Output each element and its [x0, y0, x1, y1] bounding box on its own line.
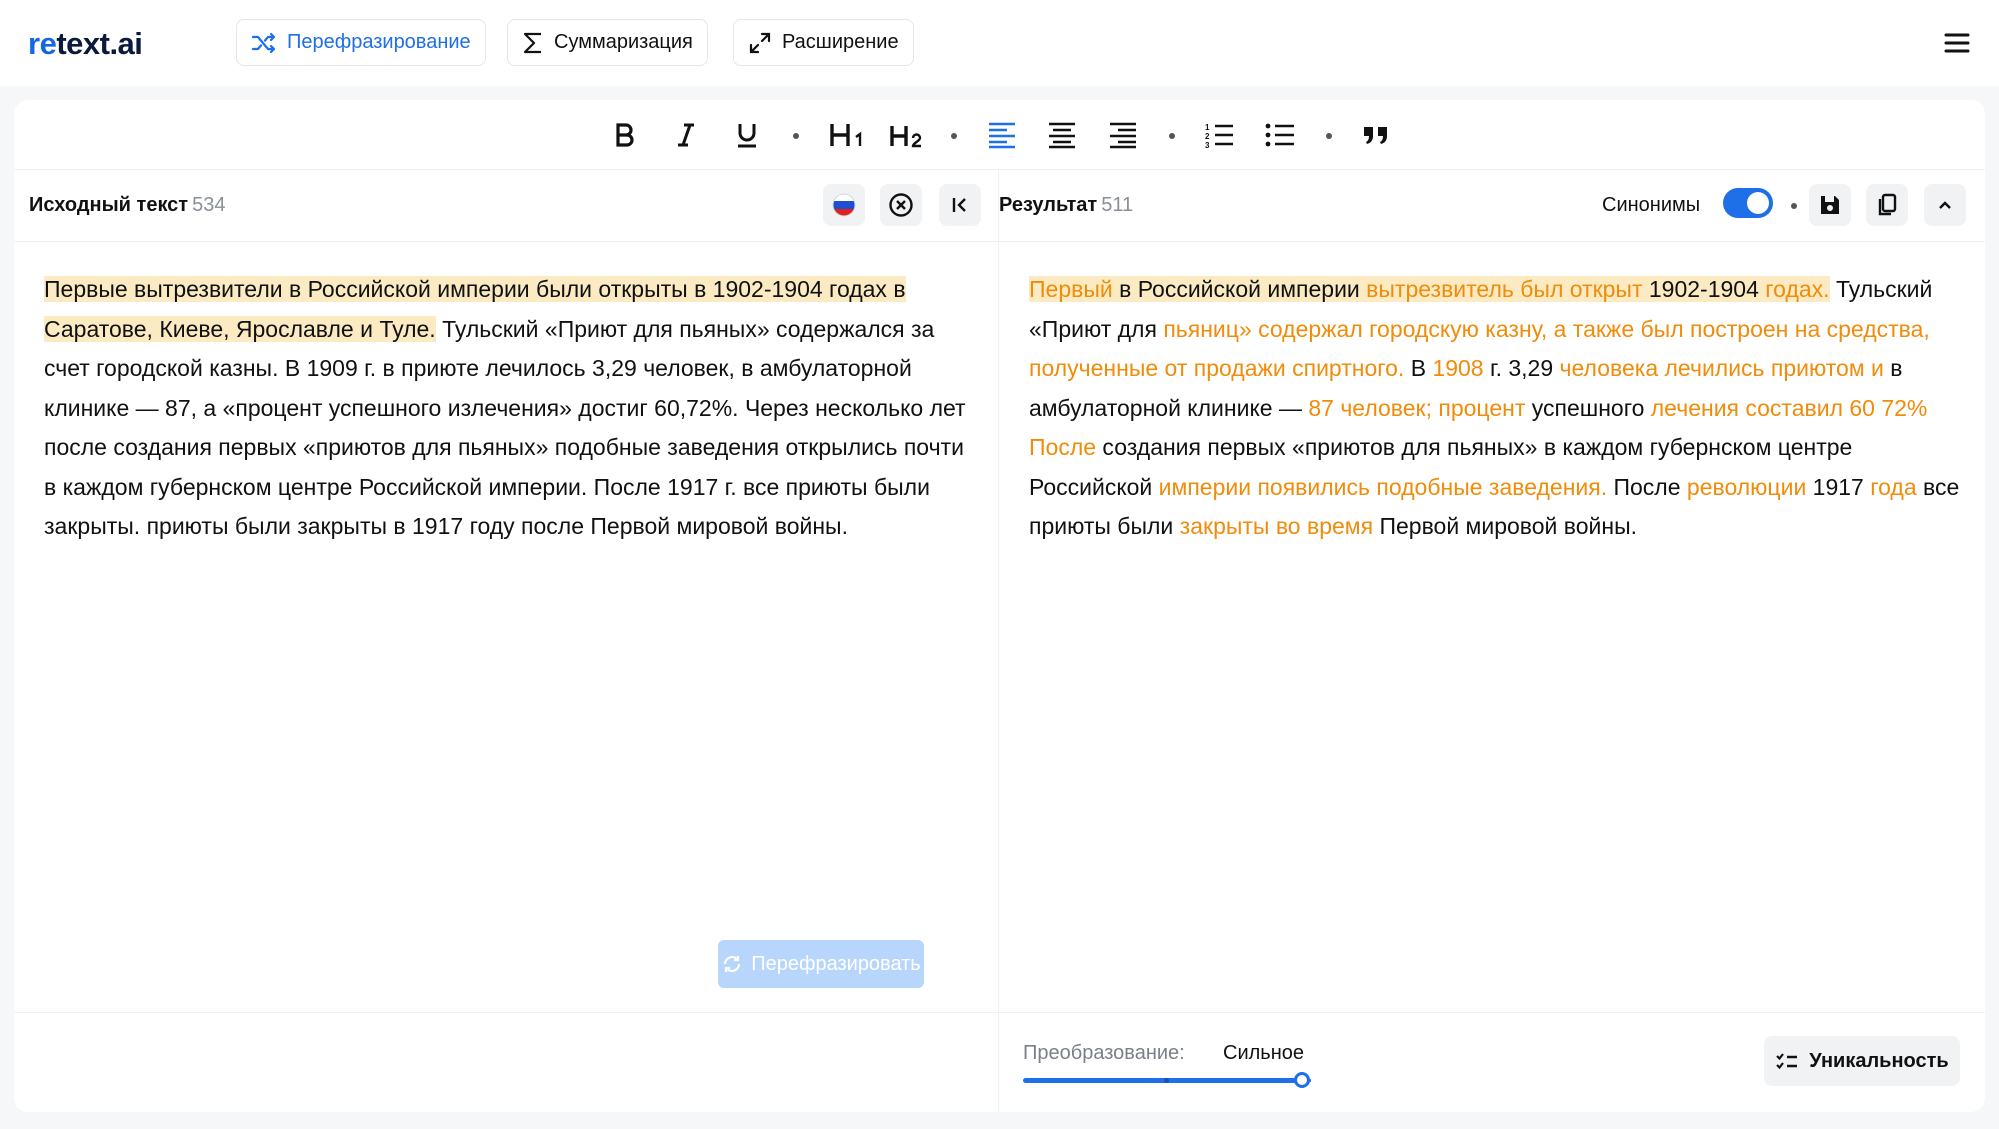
result-title: Результат 511 [999, 194, 1134, 216]
bullet-list-icon [1265, 123, 1294, 147]
align-right-button[interactable] [1102, 114, 1144, 156]
uniqueness-button[interactable]: Уникальность [1764, 1036, 1960, 1086]
quote-button[interactable] [1355, 114, 1397, 156]
editor-card: 123 Исходный текст 534 Результат 511 Синон… [14, 100, 1985, 1112]
changed-text-segment: года [1870, 473, 1917, 500]
logo[interactable]: retext.ai [28, 26, 143, 62]
hamburger-icon[interactable] [1944, 30, 1970, 56]
heading-1-button[interactable] [819, 114, 875, 156]
format-toolbar: 123 [14, 100, 1985, 170]
result-text-segment: г. 3,29 [1483, 355, 1560, 381]
align-center-icon [1049, 122, 1075, 149]
shuffle-icon [251, 32, 276, 53]
svg-text:2: 2 [1205, 132, 1210, 141]
italic-icon [678, 123, 694, 147]
synonyms-toggle[interactable] [1723, 188, 1773, 218]
transform-value: Сильное [1223, 1042, 1304, 1064]
language-button[interactable] [823, 184, 865, 226]
align-right-icon [1110, 122, 1136, 149]
source-text-segment: Тульский «Приют для пьяных» содержался з… [44, 315, 966, 540]
changed-text-segment: вытрезвитель был открыт [1366, 276, 1643, 302]
svg-text:1: 1 [1205, 123, 1210, 132]
transform-label: Преобразование: [1023, 1042, 1185, 1064]
sigma-icon [523, 32, 541, 53]
rephrase-button[interactable]: Перефразировать [718, 940, 924, 988]
changed-text-segment: 87 человек; процент [1308, 394, 1526, 421]
underline-button[interactable] [726, 114, 768, 156]
result-text-segment: 1902-1904 [1642, 276, 1766, 302]
result-text-segment: В [1404, 355, 1433, 381]
heading-2-icon [890, 126, 922, 148]
changed-text-segment: империи появились подобные заведения. [1158, 473, 1608, 500]
result-text-output[interactable]: Первый в Российской империи вытрезвитель… [1029, 270, 1969, 547]
separator-dot [1326, 133, 1332, 139]
result-char-count: 511 [1101, 194, 1134, 216]
align-left-button[interactable] [981, 114, 1023, 156]
top-navbar: retext.ai Перефразирование Суммаризация … [0, 0, 1999, 86]
save-button[interactable] [1809, 184, 1851, 226]
result-text-segment: в Российской империи [1112, 276, 1367, 302]
changed-text-segment: человека лечились приютом и [1559, 355, 1884, 381]
heading-1-icon [830, 124, 862, 146]
tab-expansion-label: Расширение [782, 31, 899, 53]
changed-text-segment: закрыты во время [1179, 513, 1374, 539]
uniqueness-button-label: Уникальность [1809, 1049, 1949, 1072]
save-icon [1821, 196, 1839, 214]
result-text-segment: 1917 [1806, 473, 1871, 500]
result-text-segment: После [1607, 473, 1687, 500]
expand-icon [749, 32, 771, 53]
russia-flag-icon [832, 193, 856, 217]
italic-button[interactable] [665, 114, 707, 156]
refresh-icon [724, 955, 741, 973]
underline-icon [738, 124, 756, 148]
panel-divider [998, 170, 999, 1112]
bullet-list-button[interactable] [1259, 114, 1301, 156]
clear-button[interactable] [880, 184, 922, 226]
collapse-left-button[interactable] [939, 184, 981, 226]
ordered-list-button[interactable]: 123 [1198, 114, 1240, 156]
bottom-bar [14, 1012, 1985, 1112]
copy-button[interactable] [1866, 184, 1908, 226]
source-title: Исходный текст 534 [29, 194, 226, 216]
transform-slider-handle[interactable] [1294, 1072, 1310, 1088]
changed-text-segment: 1908 [1432, 355, 1484, 381]
chevron-up-icon [1939, 201, 1951, 209]
svg-text:3: 3 [1205, 141, 1210, 149]
bold-button[interactable] [604, 114, 646, 156]
quote-icon [1364, 127, 1387, 144]
tab-paraphrase-label: Перефразирование [287, 31, 471, 53]
bold-icon [616, 123, 634, 147]
clear-icon [889, 193, 913, 217]
checklist-icon [1776, 1053, 1798, 1070]
ordered-list-icon: 123 [1205, 123, 1233, 149]
transform-slider-tick [1164, 1078, 1169, 1083]
tab-paraphrase[interactable]: Перефразирование [236, 19, 486, 66]
collapse-up-button[interactable] [1924, 184, 1966, 226]
separator-dot [1791, 203, 1797, 209]
result-text-segment: успешного [1525, 394, 1651, 421]
changed-text-segment: годах. [1765, 276, 1830, 302]
separator-dot [793, 133, 799, 139]
tab-summarization-label: Суммаризация [554, 31, 693, 53]
source-text-editor[interactable]: Первые вытрезвители в Российской империи… [44, 270, 974, 547]
separator-dot [951, 133, 957, 139]
changed-text-segment: революции [1686, 473, 1807, 500]
changed-text-segment: Первый [1029, 276, 1113, 302]
source-char-count: 534 [192, 194, 226, 216]
tab-summarization[interactable]: Суммаризация [507, 19, 708, 66]
result-text-segment: Первой мировой войны. [1373, 513, 1638, 539]
align-left-icon [989, 122, 1015, 149]
synonyms-label: Синонимы [1602, 194, 1701, 216]
copy-icon [1878, 193, 1897, 216]
separator-dot [1169, 133, 1175, 139]
heading-2-button[interactable] [879, 114, 935, 156]
tab-expansion[interactable]: Расширение [733, 19, 914, 66]
collapse-left-icon [952, 198, 966, 212]
rephrase-button-label: Перефразировать [751, 952, 921, 975]
align-center-button[interactable] [1041, 114, 1083, 156]
source-panel-header: Исходный текст 534 [14, 170, 998, 242]
